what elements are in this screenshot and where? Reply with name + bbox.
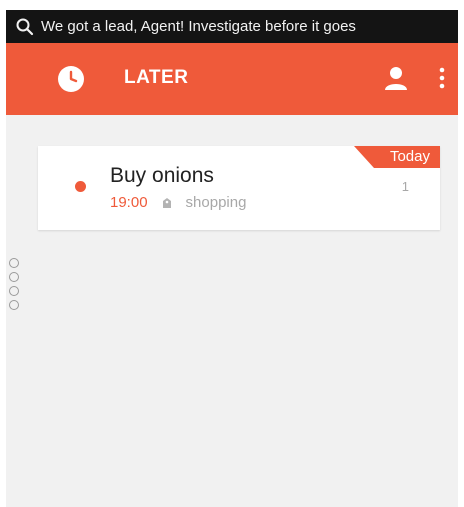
task-meta: 19:00 shopping: [110, 194, 246, 211]
task-title: Buy onions: [110, 164, 214, 187]
app-title: LATER: [124, 67, 189, 88]
task-time: 19:00: [110, 194, 148, 211]
search-icon: [16, 18, 34, 35]
task-status-dot: [75, 181, 86, 192]
page-dot[interactable]: [9, 286, 19, 296]
notification-bar[interactable]: We got a lead, Agent! Investigate before…: [6, 10, 458, 43]
tag-icon: [162, 197, 171, 208]
more-vert-icon[interactable]: [438, 66, 446, 90]
page-dot[interactable]: [9, 272, 19, 282]
task-category: shopping: [185, 194, 247, 211]
app-bar: LATER: [6, 43, 458, 115]
page-dot[interactable]: [9, 258, 19, 268]
app-screen: We got a lead, Agent! Investigate before…: [6, 10, 458, 507]
task-count: 1: [401, 179, 409, 194]
page-indicator[interactable]: [9, 258, 23, 314]
today-badge: Today: [354, 146, 440, 168]
task-card[interactable]: Buy onions 19:00 shopping Today 1: [38, 146, 440, 230]
clock-icon[interactable]: [57, 65, 85, 93]
today-label: Today: [389, 148, 430, 165]
page-dot[interactable]: [9, 300, 19, 310]
user-icon[interactable]: [383, 65, 409, 91]
notification-text: We got a lead, Agent! Investigate before…: [41, 18, 356, 35]
